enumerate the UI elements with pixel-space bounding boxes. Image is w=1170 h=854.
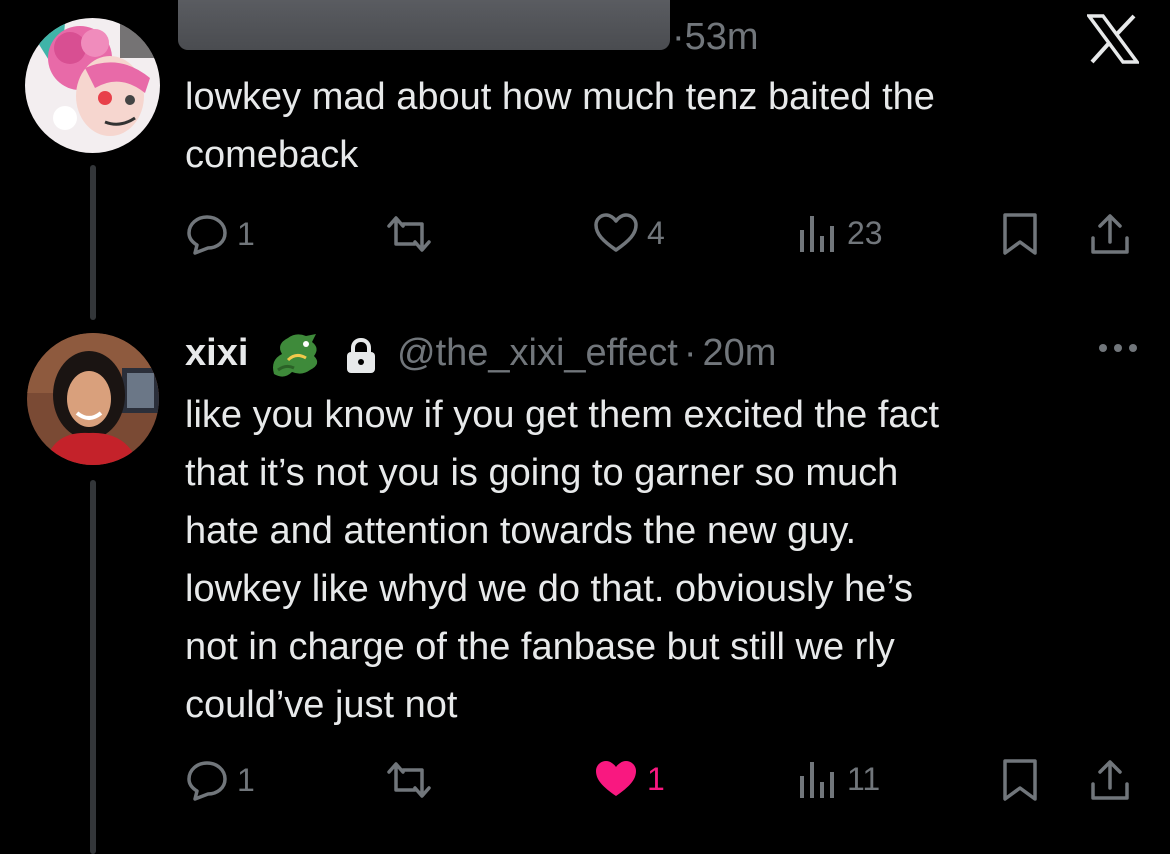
display-name[interactable]: xixi [185, 332, 248, 375]
avatar-xixi[interactable] [27, 333, 159, 465]
views-count: 11 [847, 760, 881, 797]
views-icon [800, 216, 834, 252]
thread-line-top [90, 165, 96, 320]
reply-button[interactable]: 1 [185, 758, 255, 802]
tweet2-action-bar: 1 1 11 [185, 758, 1140, 804]
like-count: 1 [647, 760, 665, 797]
share-icon [1091, 214, 1129, 254]
views-button[interactable]: 11 [797, 758, 880, 800]
bookmark-icon [1003, 213, 1037, 255]
retweet-button[interactable] [383, 758, 435, 802]
dot-separator: · [683, 332, 697, 374]
like-button[interactable]: 4 [593, 212, 665, 254]
reply-icon [187, 761, 227, 801]
retweet-icon [387, 216, 431, 252]
tweet2-text-line: not in charge of the fanbase but still w… [185, 626, 895, 668]
reply-count: 1 [237, 215, 255, 252]
redacted-name-block [178, 0, 670, 50]
retweet-button[interactable] [383, 212, 435, 256]
tweet1-action-bar: 1 4 23 [185, 212, 1140, 258]
tweet2-text-line: that it’s not you is going to garner so … [185, 452, 899, 494]
dot-separator: · [672, 16, 685, 58]
bookmark-button[interactable] [1000, 212, 1040, 256]
more-icon[interactable] [1098, 340, 1138, 361]
views-icon [800, 762, 834, 798]
x-logo-icon[interactable] [1085, 14, 1141, 69]
like-filled-icon [596, 761, 636, 796]
tweet2-meta: @the_xixi_effect · 20m [397, 332, 776, 375]
reply-count: 1 [237, 761, 255, 798]
retweet-icon [387, 762, 431, 798]
reply-icon [187, 215, 227, 255]
tweet1-time[interactable]: 53m [685, 16, 759, 58]
dragon-emoji-icon [266, 330, 326, 387]
thread-line-bottom [90, 480, 96, 854]
tweet1-time-meta: ·53m [672, 16, 759, 59]
lock-icon [344, 337, 378, 380]
bookmark-icon [1003, 759, 1037, 801]
tweet1-text-line: comeback [185, 134, 359, 176]
reply-button[interactable]: 1 [185, 212, 255, 256]
share-icon [1091, 760, 1129, 800]
tweet2-text: like you know if you get them excited th… [185, 386, 939, 734]
tweet2-text-line: lowkey like whyd we do that. obviously h… [185, 568, 914, 610]
like-icon [594, 213, 638, 252]
views-button[interactable]: 23 [797, 212, 883, 254]
like-button-active[interactable]: 1 [593, 758, 665, 800]
views-count: 23 [847, 214, 883, 251]
tweet2-time[interactable]: 20m [702, 332, 776, 374]
share-button[interactable] [1088, 212, 1132, 256]
tweet2-text-line: like you know if you get them excited th… [185, 394, 940, 436]
share-button[interactable] [1088, 758, 1132, 802]
avatar-user1[interactable] [25, 18, 160, 153]
bookmark-button[interactable] [1000, 758, 1040, 802]
like-count: 4 [647, 214, 665, 251]
tweet2-text-line: could’ve just not [185, 684, 458, 726]
tweet1-text: lowkey mad about how much tenz baited th… [185, 68, 935, 184]
handle[interactable]: @the_xixi_effect [397, 332, 678, 374]
tweet1-text-line: lowkey mad about how much tenz baited th… [185, 76, 935, 118]
tweet2-text-line: hate and attention towards the new guy. [185, 510, 857, 552]
